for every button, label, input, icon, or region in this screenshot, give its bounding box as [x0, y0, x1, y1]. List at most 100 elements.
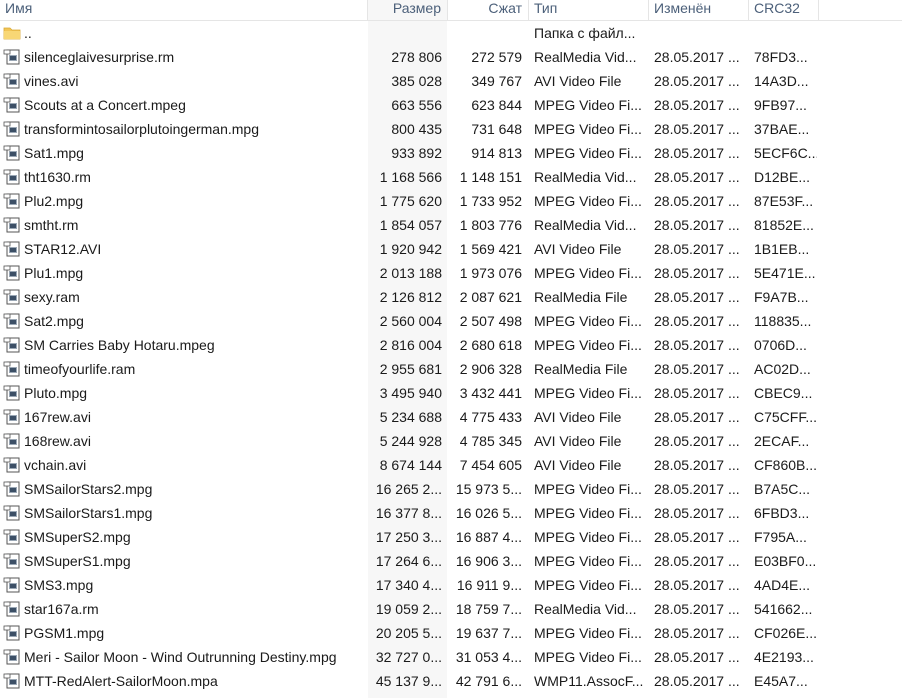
file-crc: 37BAE...	[754, 121, 810, 137]
media-file-icon	[3, 409, 20, 425]
table-row[interactable]: Sat2.mpg 2 560 004 2 507 498 MPEG Video …	[0, 309, 902, 333]
file-size: 933 892	[391, 145, 442, 161]
media-file-icon	[3, 433, 20, 449]
file-name: SMSailorStars2.mpg	[24, 481, 153, 497]
table-row[interactable]: Pluto.mpg 3 495 940 3 432 441 MPEG Video…	[0, 381, 902, 405]
file-modified: 28.05.2017 ...	[654, 337, 740, 353]
media-file-icon	[3, 529, 20, 545]
media-file-icon	[3, 313, 20, 329]
file-modified: 28.05.2017 ...	[654, 73, 740, 89]
table-row[interactable]: tht1630.rm 1 168 566 1 148 151 RealMedia…	[0, 165, 902, 189]
file-name: star167a.rm	[24, 601, 99, 617]
file-modified: 28.05.2017 ...	[654, 145, 740, 161]
file-packed-size: 19 637 7...	[455, 625, 522, 641]
file-packed-size: 349 767	[471, 73, 522, 89]
table-row[interactable]: SMSailorStars2.mpg 16 265 2... 15 973 5.…	[0, 477, 902, 501]
file-modified: 28.05.2017 ...	[654, 385, 740, 401]
file-size: 16 377 8...	[375, 505, 442, 521]
file-name: silenceglaivesurprise.rm	[24, 49, 175, 65]
table-row[interactable]: SM Carries Baby Hotaru.mpeg 2 816 004 2 …	[0, 333, 902, 357]
column-header-type[interactable]: Тип	[529, 0, 649, 20]
file-crc: 0706D...	[754, 337, 807, 353]
file-name: SMSuperS1.mpg	[24, 553, 131, 569]
column-header-row: Имя Размер Сжат Тип Изменён CRC32	[0, 0, 902, 21]
file-packed-size: 16 026 5...	[455, 505, 522, 521]
file-type: RealMedia Vid...	[534, 49, 637, 65]
file-size: 17 250 3...	[375, 529, 442, 545]
table-row[interactable]: MTT-RedAlert-SailorMoon.mpa 45 137 9... …	[0, 669, 902, 693]
file-size: 2 560 004	[379, 313, 442, 329]
table-row[interactable]: Meri - Sailor Moon - Wind Outrunning Des…	[0, 645, 902, 669]
file-crc: 541662...	[754, 601, 813, 617]
file-crc: F9A7B...	[754, 289, 809, 305]
column-header-crc[interactable]: CRC32	[749, 0, 819, 20]
file-crc: 2ECAF...	[754, 433, 810, 449]
media-file-icon	[3, 337, 20, 353]
table-row[interactable]: sexy.ram 2 126 812 2 087 621 RealMedia F…	[0, 285, 902, 309]
file-type: MPEG Video Fi...	[534, 649, 642, 665]
file-size: 2 013 188	[379, 265, 442, 281]
column-header-modified[interactable]: Изменён	[649, 0, 749, 20]
table-row[interactable]: 167rew.avi 5 234 688 4 775 433 AVI Video…	[0, 405, 902, 429]
file-list: .. Папка с файл... silenceglaivesurprise…	[0, 21, 902, 693]
table-row[interactable]: timeofyourlife.ram 2 955 681 2 906 328 R…	[0, 357, 902, 381]
table-row[interactable]: SMSuperS1.mpg 17 264 6... 16 906 3... MP…	[0, 549, 902, 573]
table-row[interactable]: PGSM1.mpg 20 205 5... 19 637 7... MPEG V…	[0, 621, 902, 645]
file-size: 278 806	[391, 49, 442, 65]
file-modified: 28.05.2017 ...	[654, 289, 740, 305]
file-name: Scouts at a Concert.mpeg	[24, 97, 186, 113]
column-header-size[interactable]: Размер	[368, 0, 448, 20]
table-row[interactable]: transformintosailorplutoingerman.mpg 800…	[0, 117, 902, 141]
file-size: 32 727 0...	[375, 649, 442, 665]
file-type: Папка с файл...	[534, 25, 636, 41]
file-type: AVI Video File	[534, 457, 622, 473]
file-packed-size: 1 973 076	[459, 265, 522, 281]
column-header-packed[interactable]: Сжат	[448, 0, 529, 20]
table-row[interactable]: Sat1.mpg 933 892 914 813 MPEG Video Fi..…	[0, 141, 902, 165]
file-size: 16 265 2...	[375, 481, 442, 497]
file-size: 45 137 9...	[375, 673, 442, 689]
file-crc: CF860B...	[754, 457, 817, 473]
file-size: 2 126 812	[379, 289, 442, 305]
file-size: 19 059 2...	[375, 601, 442, 617]
file-modified: 28.05.2017 ...	[654, 649, 740, 665]
media-file-icon	[3, 481, 20, 497]
table-row[interactable]: SMS3.mpg 17 340 4... 16 911 9... MPEG Vi…	[0, 573, 902, 597]
file-type: RealMedia Vid...	[534, 601, 637, 617]
media-file-icon	[3, 673, 20, 689]
file-size: 1 854 057	[379, 217, 442, 233]
file-name: vines.avi	[24, 73, 79, 89]
table-row[interactable]: vines.avi 385 028 349 767 AVI Video File…	[0, 69, 902, 93]
media-file-icon	[3, 73, 20, 89]
file-size: 800 435	[391, 121, 442, 137]
file-size: 5 244 928	[379, 433, 442, 449]
media-file-icon	[3, 217, 20, 233]
file-size: 1 168 566	[379, 169, 442, 185]
file-type: RealMedia Vid...	[534, 217, 637, 233]
file-size: 663 556	[391, 97, 442, 113]
file-modified: 28.05.2017 ...	[654, 361, 740, 377]
table-row[interactable]: vchain.avi 8 674 144 7 454 605 AVI Video…	[0, 453, 902, 477]
table-row[interactable]: Plu1.mpg 2 013 188 1 973 076 MPEG Video …	[0, 261, 902, 285]
column-header-name[interactable]: Имя	[0, 0, 368, 20]
file-packed-size: 1 569 421	[459, 241, 522, 257]
table-row[interactable]: smtht.rm 1 854 057 1 803 776 RealMedia V…	[0, 213, 902, 237]
file-size: 5 234 688	[379, 409, 442, 425]
table-row[interactable]: SMSailorStars1.mpg 16 377 8... 16 026 5.…	[0, 501, 902, 525]
media-file-icon	[3, 361, 20, 377]
table-row[interactable]: 168rew.avi 5 244 928 4 785 345 AVI Video…	[0, 429, 902, 453]
media-file-icon	[3, 625, 20, 641]
list-item-parent-folder[interactable]: .. Папка с файл...	[0, 21, 902, 45]
table-row[interactable]: Scouts at a Concert.mpeg 663 556 623 844…	[0, 93, 902, 117]
table-row[interactable]: silenceglaivesurprise.rm 278 806 272 579…	[0, 45, 902, 69]
media-file-icon	[3, 577, 20, 593]
file-modified: 28.05.2017 ...	[654, 505, 740, 521]
file-type: MPEG Video Fi...	[534, 625, 642, 641]
table-row[interactable]: Plu2.mpg 1 775 620 1 733 952 MPEG Video …	[0, 189, 902, 213]
table-row[interactable]: STAR12.AVI 1 920 942 1 569 421 AVI Video…	[0, 237, 902, 261]
file-modified: 28.05.2017 ...	[654, 265, 740, 281]
file-modified: 28.05.2017 ...	[654, 625, 740, 641]
table-row[interactable]: SMSuperS2.mpg 17 250 3... 16 887 4... MP…	[0, 525, 902, 549]
table-row[interactable]: star167a.rm 19 059 2... 18 759 7... Real…	[0, 597, 902, 621]
file-type: MPEG Video Fi...	[534, 193, 642, 209]
